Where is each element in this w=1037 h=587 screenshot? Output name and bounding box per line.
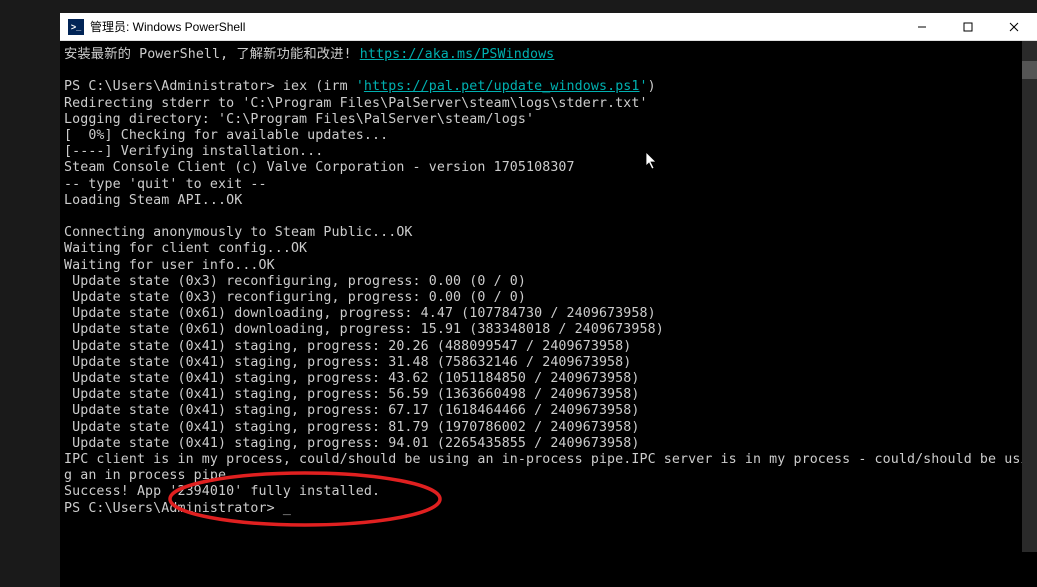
quote: ' <box>640 79 648 94</box>
output-line: Update state (0x41) staging, progress: 3… <box>64 355 631 370</box>
output-line: Redirecting stderr to 'C:\Program Files\… <box>64 96 648 111</box>
output-line: Update state (0x3) reconfiguring, progre… <box>64 290 526 305</box>
output-line: [----] Verifying installation... <box>64 144 323 159</box>
maximize-button[interactable] <box>945 13 991 41</box>
output-line: Update state (0x41) staging, progress: 6… <box>64 403 639 418</box>
scrollbar-thumb[interactable] <box>1022 61 1037 79</box>
powershell-window: >_ 管理员: Windows PowerShell 安装最新的 PowerSh… <box>60 13 1037 587</box>
command-prefix: iex (irm <box>283 79 356 94</box>
window-controls <box>899 13 1037 41</box>
output-line: Loading Steam API...OK <box>64 193 242 208</box>
command-url[interactable]: https://pal.pet/update_windows.ps1 <box>364 79 640 94</box>
titlebar[interactable]: >_ 管理员: Windows PowerShell <box>60 13 1037 41</box>
output-line: Waiting for user info...OK <box>64 258 275 273</box>
terminal-output[interactable]: 安装最新的 PowerShell, 了解新功能和改进! https://aka.… <box>60 41 1037 587</box>
intro-url[interactable]: https://aka.ms/PSWindows <box>360 47 555 62</box>
prompt: PS C:\Users\Administrator> <box>64 79 283 94</box>
window-title: 管理员: Windows PowerShell <box>90 18 899 35</box>
scrollbar[interactable] <box>1022 41 1037 552</box>
output-line: IPC client is in my process, could/shoul… <box>64 452 1037 467</box>
output-line: [ 0%] Checking for available updates... <box>64 128 388 143</box>
output-line: -- type 'quit' to exit -- <box>64 177 267 192</box>
close-button[interactable] <box>991 13 1037 41</box>
output-line: Update state (0x41) staging, progress: 8… <box>64 420 639 435</box>
output-line: Update state (0x61) downloading, progres… <box>64 322 664 337</box>
output-line: Waiting for client config...OK <box>64 241 307 256</box>
prompt: PS C:\Users\Administrator> _ <box>64 501 291 516</box>
output-line-success: Success! App '2394010' fully installed. <box>64 484 380 499</box>
output-line: Steam Console Client (c) Valve Corporati… <box>64 160 575 175</box>
output-line: Update state (0x61) downloading, progres… <box>64 306 656 321</box>
output-line: Update state (0x41) staging, progress: 2… <box>64 339 631 354</box>
command-suffix: ) <box>648 79 656 94</box>
output-line: Update state (0x41) staging, progress: 9… <box>64 436 639 451</box>
quote: ' <box>356 79 364 94</box>
output-line: Update state (0x41) staging, progress: 4… <box>64 371 639 386</box>
powershell-icon: >_ <box>68 19 84 35</box>
output-line: Connecting anonymously to Steam Public..… <box>64 225 413 240</box>
intro-text: 安装最新的 PowerShell, 了解新功能和改进! <box>64 47 360 62</box>
output-line: Update state (0x3) reconfiguring, progre… <box>64 274 526 289</box>
output-line: Logging directory: 'C:\Program Files\Pal… <box>64 112 534 127</box>
output-line: g an in process pipe <box>64 468 226 483</box>
output-line: Update state (0x41) staging, progress: 5… <box>64 387 639 402</box>
minimize-button[interactable] <box>899 13 945 41</box>
